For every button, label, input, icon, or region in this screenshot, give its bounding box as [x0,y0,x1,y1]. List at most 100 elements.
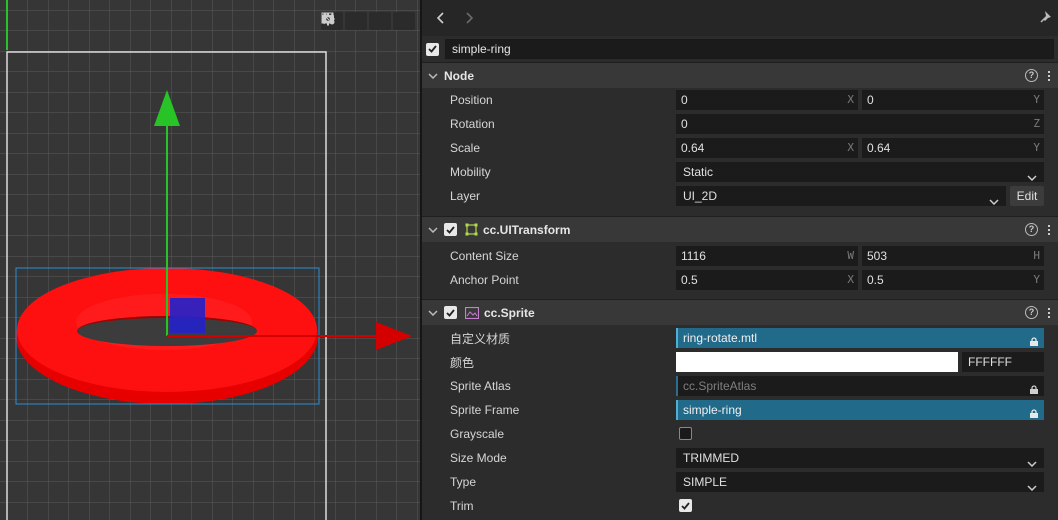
image-settings-icon [321,12,335,25]
position-x-value: 0 [681,93,688,107]
content-width-value: 1116 [681,249,706,263]
layer-label: Layer [450,189,481,203]
chevron-down-icon [989,191,999,211]
uitransform-enabled-checkbox[interactable] [444,223,457,236]
mobility-label: Mobility [450,165,491,179]
axis-h-label: H [1033,249,1040,262]
sprite-atlas-label: Sprite Atlas [450,379,511,393]
scale-x-value: 0.64 [681,141,705,155]
layer-select[interactable]: UI_2D [676,186,1006,206]
pin-icon [1040,11,1051,23]
check-icon [428,45,437,53]
content-width-input[interactable]: 1116 W [676,246,858,266]
custom-material-field[interactable]: ring-rotate.mtl [676,328,1044,348]
inspector-panel: simple-ring Node ? Position 0X 0Y Rotati… [422,0,1058,520]
color-row: 颜色 FFFFFF [422,350,1058,374]
color-swatch[interactable] [676,352,958,372]
scale-label: Scale [450,141,481,155]
sprite-frame-row: Sprite Frame simple-ring [422,398,1058,422]
axis-x-label: X [847,141,854,154]
help-icon[interactable]: ? [1025,69,1038,82]
help-icon[interactable]: ? [1025,223,1038,236]
size-mode-select[interactable]: TRIMMED [676,448,1044,468]
color-hex-input[interactable]: FFFFFF [962,352,1044,372]
grayscale-label: Grayscale [450,427,505,441]
mobility-value: Static [683,165,714,179]
type-label: Type [450,475,477,489]
sprite-frame-value: simple-ring [683,403,742,417]
check-icon [446,308,455,317]
camera-button[interactable] [322,12,367,30]
layer-row: Layer UI_2D Edit [422,184,1058,208]
scale-x-input[interactable]: 0.64 X [676,138,858,158]
axis-y-label: Y [1033,93,1040,106]
anchor-point-row: Anchor Point 0.5 X 0.5 Y [422,268,1058,292]
type-select[interactable]: SIMPLE [676,472,1044,492]
more-icon[interactable] [1048,70,1050,81]
layer-edit-button[interactable]: Edit [1010,186,1044,206]
axis-y-label: Y [1033,141,1040,154]
pin-button[interactable] [1040,10,1052,26]
sprite-section-header[interactable]: cc.Sprite ? [422,299,1058,325]
position-y-input[interactable]: 0Y [862,90,1044,110]
scene-view[interactable] [0,0,420,520]
rotation-label: Rotation [450,117,495,131]
scene-grid [0,0,420,520]
color-label: 颜色 [450,355,475,370]
sprite-enabled-checkbox[interactable] [444,306,457,319]
help-icon[interactable]: ? [1025,306,1038,319]
anchor-y-input[interactable]: 0.5 Y [862,270,1044,290]
rotation-z-value: 0 [681,117,688,131]
type-value: SIMPLE [683,475,728,489]
sprite-frame-field[interactable]: simple-ring [676,400,1044,420]
type-row: Type SIMPLE [422,470,1058,494]
node-name-row: simple-ring [422,36,1058,62]
scale-y-value: 0.64 [867,141,891,155]
mobility-select[interactable]: Static [676,162,1044,182]
section-title-sprite: cc.Sprite [484,305,535,320]
layer-value: UI_2D [683,189,718,203]
chevron-left-icon [437,12,444,24]
grayscale-row: Grayscale [422,422,1058,446]
scale-y-input[interactable]: 0.64 Y [862,138,1044,158]
uitransform-section-header[interactable]: cc.UITransform ? [422,216,1058,242]
axis-x-label: X [847,93,854,106]
inspector-toolbar [422,0,1058,36]
check-icon [681,501,690,510]
chevron-down-icon [428,226,438,233]
grayscale-checkbox[interactable] [679,427,692,440]
settings-button[interactable] [321,12,391,30]
node-active-checkbox[interactable] [426,42,439,56]
more-icon[interactable] [1048,307,1050,318]
node-section-header[interactable]: Node ? [422,62,1058,88]
gizmo-plane-handle[interactable] [170,298,205,333]
rotation-z-input[interactable]: 0Z [676,114,1044,134]
section-title-node: Node [444,68,474,83]
mobility-row: Mobility Static [422,160,1058,184]
check-icon [446,225,455,234]
content-height-input[interactable]: 503 H [862,246,1044,266]
forward-button[interactable] [458,7,480,29]
axis-w-label: W [847,249,854,262]
chevron-down-icon [428,309,438,316]
image-settings-button[interactable] [321,12,415,30]
trim-checkbox[interactable] [679,499,692,512]
custom-material-label: 自定义材质 [450,331,511,346]
anchor-x-input[interactable]: 0.5 X [676,270,858,290]
anchor-x-value: 0.5 [681,273,698,287]
rotation-row: Rotation 0Z [422,112,1058,136]
sprite-atlas-row: Sprite Atlas cc.SpriteAtlas [422,374,1058,398]
anchor-y-value: 0.5 [867,273,884,287]
size-mode-row: Size Mode TRIMMED [422,446,1058,470]
more-icon[interactable] [1048,224,1050,235]
sprite-atlas-value: cc.SpriteAtlas [683,379,757,393]
content-size-label: Content Size [450,249,519,263]
size-mode-value: TRIMMED [683,451,739,465]
sprite-atlas-field[interactable]: cc.SpriteAtlas [676,376,1044,396]
node-name-input[interactable]: simple-ring [445,39,1054,59]
chevron-down-icon [428,72,438,79]
back-button[interactable] [430,7,452,29]
scene-canvas[interactable] [0,0,420,520]
position-x-input[interactable]: 0X [676,90,858,110]
